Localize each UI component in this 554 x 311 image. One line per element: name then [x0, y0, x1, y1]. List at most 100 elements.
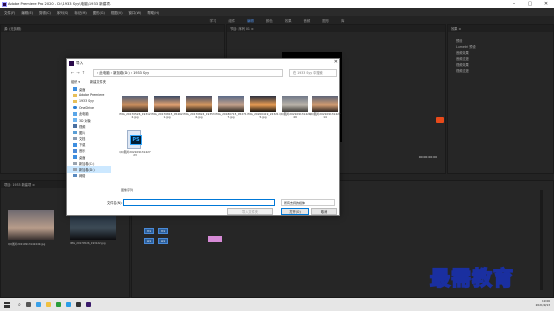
- source-panel-header[interactable]: 源: (无剪辑): [1, 25, 224, 32]
- project-clip-thumbnail[interactable]: [8, 210, 54, 240]
- file-list: IMG_20170526_193122.jpg IMG_20170815_054…: [115, 86, 341, 186]
- folder-icon: [73, 99, 77, 104]
- image-sequence-option[interactable]: 图像序列: [121, 188, 133, 192]
- project-clip-name: QQ图片20210913142449.jpg: [8, 243, 46, 246]
- computer-icon: [73, 112, 77, 116]
- effects-panel-header[interactable]: 效果 ≡: [448, 25, 553, 32]
- image-thumbnail: [218, 96, 244, 112]
- forward-arrow-icon[interactable]: →: [76, 70, 79, 75]
- image-thumbnail: [122, 96, 148, 112]
- desktop-icon: [73, 87, 77, 91]
- app-icon[interactable]: [75, 302, 81, 307]
- nav-item-label: 下载: [79, 143, 86, 148]
- image-thumbnail: [312, 96, 338, 112]
- open-button[interactable]: 打开(O): [281, 208, 309, 215]
- cancel-button[interactable]: 取消: [311, 208, 337, 215]
- file-item[interactable]: QQ图片20210913142449: [279, 96, 311, 126]
- menu-edit[interactable]: 编辑(E): [21, 10, 33, 15]
- nav-item-network[interactable]: 网络: [67, 173, 111, 179]
- tab-effects[interactable]: 效果: [285, 18, 292, 23]
- address-row: ← → ↑ › 此电脑 › 新加卷(D:) › 1933 Syy 在 1933 …: [67, 68, 341, 77]
- maximize-icon[interactable]: ▢: [522, 0, 538, 8]
- menu-window[interactable]: 窗口(W): [129, 10, 142, 15]
- file-item[interactable]: IMG_20180715_052717.jpg: [215, 96, 247, 126]
- menu-sequence[interactable]: 序列(S): [57, 10, 69, 15]
- image-thumbnail: [154, 96, 180, 112]
- import-folder-button[interactable]: 导入文件夹: [227, 208, 273, 215]
- tab-color[interactable]: 颜色: [266, 18, 273, 23]
- filename-label: 文件名(N):: [107, 201, 123, 205]
- windows-start-icon[interactable]: [4, 301, 10, 308]
- music-icon: [73, 149, 77, 153]
- menu-view[interactable]: 视图(V): [111, 10, 123, 15]
- dialog-title: 导入: [76, 60, 84, 65]
- input-method-icon[interactable]: [436, 117, 444, 123]
- edge-icon[interactable]: [35, 302, 41, 307]
- track-target-a1b[interactable]: A1: [158, 238, 168, 244]
- close-icon[interactable]: ✕: [334, 59, 338, 65]
- ps-badge: PS: [130, 135, 142, 145]
- file-name: IMG_20170526_193122.jpg: [119, 112, 151, 120]
- file-name: IMG_20200419_223215.jpg: [247, 112, 279, 120]
- app-icon[interactable]: [65, 302, 71, 307]
- file-name: IMG_20170815_054621.jpg: [151, 112, 183, 120]
- menu-marker[interactable]: 标记(M): [74, 10, 86, 15]
- file-name: QQ图片20210913142449: [279, 112, 311, 120]
- back-arrow-icon[interactable]: ←: [71, 70, 74, 75]
- filetype-select[interactable]: 所有支持的媒体: [281, 199, 335, 206]
- network-icon: [73, 173, 77, 178]
- track-target-v1b[interactable]: V1: [158, 228, 168, 234]
- menu-file[interactable]: 文件(F): [4, 10, 15, 15]
- title-bar: Adobe Premiere Pro 2020 - D:\1933 Syy\电脑…: [0, 0, 554, 8]
- tab-editing[interactable]: 编辑: [247, 18, 254, 23]
- menu-bar: 文件(F) 编辑(E) 剪辑(C) 序列(S) 标记(M) 图形(G) 视图(V…: [0, 8, 554, 16]
- cube-icon: [73, 118, 77, 122]
- system-clock[interactable]: 19:06 2021/9/13: [536, 299, 550, 307]
- dialog-toolbar: 组织 ▾ 新建文件夹: [67, 78, 341, 85]
- tab-libraries[interactable]: 库: [341, 18, 344, 23]
- track-target-a1[interactable]: A1: [144, 238, 154, 244]
- up-arrow-icon[interactable]: ↑: [82, 70, 85, 75]
- file-name: IMG_20170824_193536.jpg: [183, 112, 215, 120]
- filename-input[interactable]: [123, 199, 275, 206]
- file-item[interactable]: IMG_20170526_193122.jpg: [119, 96, 151, 126]
- tab-graphics[interactable]: 图形: [322, 18, 329, 23]
- timeline-clip[interactable]: [208, 236, 222, 242]
- program-panel-header[interactable]: 节目: 序列 01 ≡: [227, 25, 445, 32]
- file-name: QQ图片20210913142714: [309, 112, 341, 120]
- track-target-v1[interactable]: V1: [144, 228, 154, 234]
- address-bar[interactable]: › 此电脑 › 新加卷(D:) › 1933 Syy: [93, 68, 283, 77]
- menu-clip[interactable]: 剪辑(C): [39, 10, 51, 15]
- file-explorer-icon[interactable]: [45, 302, 51, 307]
- file-name: QQ图片20210913142723: [119, 150, 151, 158]
- nav-item-label: 桌面: [79, 155, 86, 160]
- task-view-icon[interactable]: [25, 302, 31, 307]
- menu-graphics[interactable]: 图形(G): [93, 10, 105, 15]
- search-input[interactable]: 在 1933 Syy 中搜索: [289, 68, 337, 77]
- nav-item-label: 此电脑: [79, 112, 89, 117]
- file-item[interactable]: IMG_20200419_223215.jpg: [247, 96, 279, 126]
- nav-item-label: 1933 Syy: [79, 99, 94, 104]
- search-icon[interactable]: ⌕: [18, 302, 21, 308]
- app-icon[interactable]: [55, 302, 61, 307]
- menu-help[interactable]: 帮助(H): [147, 10, 159, 15]
- file-item[interactable]: IMG_20170824_193536.jpg: [183, 96, 215, 126]
- tab-assembly[interactable]: 组件: [228, 18, 235, 23]
- minimize-icon[interactable]: –: [506, 0, 522, 8]
- drive-icon: [73, 161, 77, 166]
- close-icon[interactable]: ✕: [538, 0, 554, 8]
- organize-button[interactable]: 组织 ▾: [71, 79, 80, 84]
- psd-file-item[interactable]: PS QQ图片20210913142723: [119, 130, 151, 160]
- tab-audio[interactable]: 音频: [303, 18, 310, 23]
- file-item[interactable]: QQ图片20210913142714: [309, 96, 341, 126]
- document-icon: [73, 136, 77, 141]
- dialog-title-bar: 导入 ✕: [67, 59, 341, 67]
- video-icon: [73, 124, 77, 128]
- file-item[interactable]: IMG_20170815_054621.jpg: [151, 96, 183, 126]
- tab-learn[interactable]: 学习: [210, 18, 217, 23]
- premiere-taskbar-icon[interactable]: [85, 302, 91, 307]
- image-thumbnail: [282, 96, 308, 112]
- project-clip-name: IMG_20170526_193122.jpg: [70, 242, 106, 245]
- effects-item[interactable]: 视频过渡: [448, 68, 553, 74]
- new-folder-button[interactable]: 新建文件夹: [90, 79, 106, 84]
